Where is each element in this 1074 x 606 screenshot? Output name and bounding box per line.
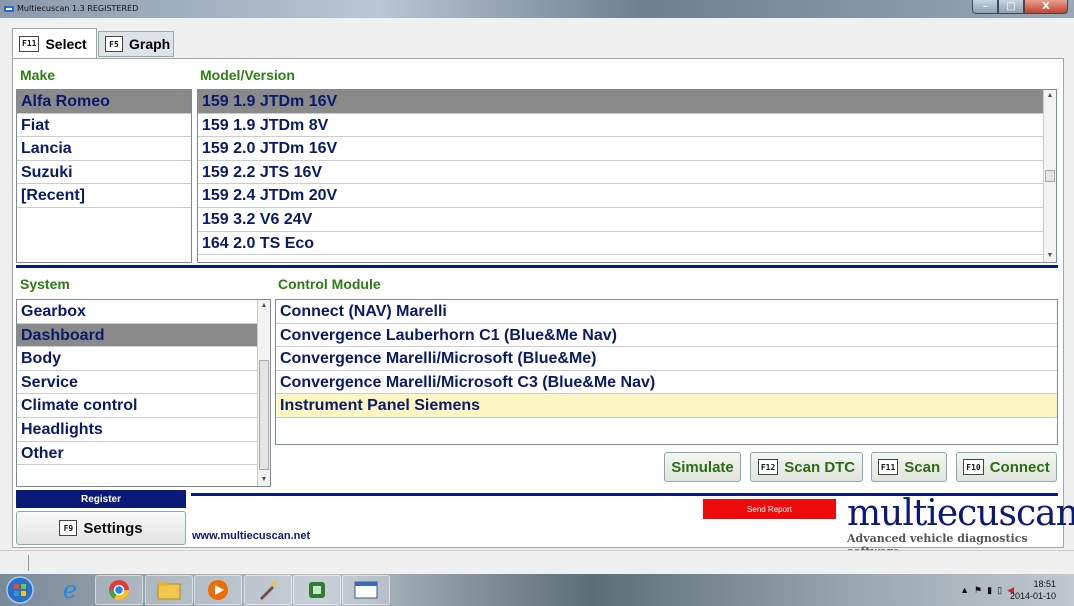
list-item[interactable]: 159 3.2 V6 24V — [198, 208, 1043, 232]
list-item[interactable]: Body — [17, 347, 257, 371]
list-item[interactable]: Dashboard — [17, 323, 257, 348]
list-item[interactable]: Lancia — [17, 137, 191, 161]
connect-label: Connect — [989, 458, 1050, 476]
settings-label: Settings — [83, 519, 143, 537]
list-item[interactable]: 159 2.0 JTDm 16V — [198, 137, 1043, 161]
list-item[interactable]: 159 1.9 JTDm 8V — [198, 114, 1043, 138]
scroll-up-icon[interactable]: ▲ — [1044, 90, 1056, 102]
model-scrollbar[interactable]: ▲ ▼ — [1043, 90, 1056, 262]
register-button[interactable]: Register — [16, 490, 186, 508]
svg-text:e: e — [63, 577, 77, 603]
tab-graph-label: Graph — [129, 36, 171, 52]
system-list[interactable]: Gearbox Dashboard Body Service Climate c… — [16, 299, 271, 487]
start-button-icon[interactable] — [4, 575, 36, 605]
f12-key-badge: F12 — [757, 459, 779, 475]
network-icon[interactable]: ▮ — [987, 585, 992, 596]
system-header: System — [20, 276, 70, 292]
make-list[interactable]: Alfa Romeo Fiat Lancia Suzuki [Recent] — [16, 89, 192, 263]
list-item[interactable]: Headlights — [17, 418, 257, 442]
brand-logo: multiecuscan — [847, 493, 1074, 534]
list-item[interactable]: 159 1.9 JTDm 16V — [198, 90, 1043, 114]
system-tray: ▲ ⚑ ▮ ▯ ◀ — [960, 578, 1014, 602]
scroll-up-icon[interactable]: ▲ — [258, 300, 270, 312]
status-bar — [0, 550, 1074, 574]
list-item[interactable]: Convergence Marelli/Microsoft (Blue&Me) — [276, 347, 1057, 371]
control-module-header: Control Module — [278, 276, 381, 292]
website-link[interactable]: www.multiecuscan.net — [192, 530, 310, 542]
taskbar: e ▲ ⚑ ▮ ▯ ◀ 18:51 2014-01-10 — [0, 574, 1074, 606]
f11-key-badge: F11 — [877, 459, 899, 475]
chrome-icon[interactable] — [95, 575, 143, 605]
list-item[interactable]: Fiat — [17, 114, 191, 138]
list-item[interactable]: 164 2.0 TS Eco — [198, 232, 1043, 256]
status-separator — [28, 555, 29, 571]
internet-explorer-icon[interactable]: e — [46, 575, 94, 605]
file-explorer-icon[interactable] — [145, 575, 193, 605]
f11-key-badge: F11 — [19, 35, 40, 52]
maximize-button[interactable]: □ — [998, 0, 1024, 14]
scan-label: Scan — [904, 458, 941, 476]
tool-icon[interactable] — [244, 575, 292, 605]
list-item[interactable]: Service — [17, 371, 257, 395]
list-item[interactable]: Gearbox — [17, 300, 257, 324]
scroll-thumb[interactable] — [1045, 170, 1055, 182]
list-item[interactable]: Instrument Panel Siemens — [276, 394, 1057, 418]
tray-expand-icon[interactable]: ▲ — [960, 585, 969, 595]
system-clock[interactable]: 18:51 2014-01-10 — [1010, 578, 1056, 602]
window-title: Multiecuscan 1.3 REGISTERED — [17, 4, 139, 13]
clock-time: 18:51 — [1033, 579, 1056, 589]
control-module-list[interactable]: Connect (NAV) Marelli Convergence Lauber… — [275, 299, 1058, 445]
list-item[interactable]: Convergence Lauberhorn C1 (Blue&Me Nav) — [276, 324, 1057, 348]
minimize-button[interactable]: – — [972, 0, 998, 14]
window-app-icon[interactable] — [342, 575, 390, 605]
list-item[interactable]: Other — [17, 442, 257, 466]
battery-icon[interactable]: ▯ — [997, 585, 1002, 596]
scroll-down-icon[interactable]: ▼ — [1044, 250, 1056, 262]
simulate-button[interactable]: Simulate — [664, 452, 741, 482]
list-item[interactable]: 159 2.2 JTS 16V — [198, 161, 1043, 185]
tab-select-label: Select — [45, 35, 87, 52]
tab-graph[interactable]: F5 Graph — [98, 31, 174, 57]
tab-select[interactable]: F11 Select — [12, 28, 97, 58]
list-item[interactable]: [Recent] — [17, 184, 191, 208]
settings-button[interactable]: F9 Settings — [16, 511, 186, 545]
send-report-button[interactable]: Send Report — [703, 499, 836, 519]
select-panel: Make Alfa Romeo Fiat Lancia Suzuki [Rece… — [12, 58, 1074, 558]
list-item[interactable]: Connect (NAV) Marelli — [276, 300, 1057, 324]
list-item[interactable]: Alfa Romeo — [17, 90, 191, 114]
window-controls: – □ X — [972, 0, 1068, 14]
list-item[interactable]: Climate control — [17, 394, 257, 418]
app-icon — [4, 6, 14, 12]
make-header: Make — [20, 67, 56, 83]
scroll-down-icon[interactable]: ▼ — [258, 474, 270, 486]
f9-key-badge: F9 — [59, 520, 78, 536]
scan-dtc-label: Scan DTC — [784, 458, 856, 476]
app-window: F11 Select F5 Graph Make Alfa Romeo Fiat… — [0, 18, 1074, 558]
section-divider — [16, 265, 1058, 268]
scroll-thumb[interactable] — [259, 360, 269, 470]
model-header: Model/Version — [200, 67, 295, 83]
clock-date: 2014-01-10 — [1009, 591, 1056, 601]
model-list[interactable]: 159 1.9 JTDm 16V 159 1.9 JTDm 8V 159 2.0… — [197, 89, 1057, 263]
scan-dtc-button[interactable]: F12 Scan DTC — [750, 452, 863, 482]
flag-icon[interactable]: ⚑ — [974, 585, 982, 596]
f5-key-badge: F5 — [105, 36, 123, 52]
scan-button[interactable]: F11 Scan — [871, 452, 947, 482]
list-item[interactable]: Suzuki — [17, 161, 191, 185]
app-icon[interactable] — [293, 575, 341, 605]
system-scrollbar[interactable]: ▲ ▼ — [257, 300, 270, 486]
f10-key-badge: F10 — [963, 459, 984, 475]
media-player-icon[interactable] — [194, 575, 242, 605]
list-item[interactable]: Convergence Marelli/Microsoft C3 (Blue&M… — [276, 371, 1057, 395]
close-button[interactable]: X — [1024, 0, 1068, 14]
connect-button[interactable]: F10 Connect — [956, 452, 1057, 482]
title-bar: Multiecuscan 1.3 REGISTERED – □ X — [0, 0, 1074, 18]
list-item[interactable]: 159 2.4 JTDm 20V — [198, 184, 1043, 208]
